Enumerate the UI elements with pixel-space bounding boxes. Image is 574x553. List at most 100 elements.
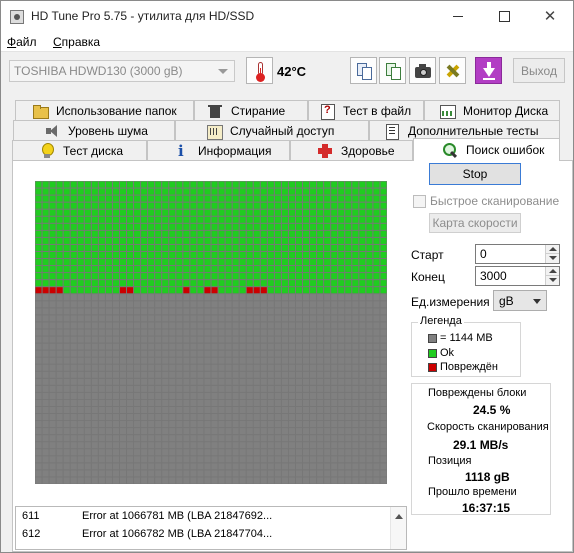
end-field[interactable]: 3000: [475, 266, 560, 286]
block-cell-ok: [310, 181, 317, 188]
block-cell-unscanned: [190, 336, 197, 343]
block-cell-unscanned: [232, 371, 239, 378]
block-cell-unscanned: [141, 421, 148, 428]
quick-scan-option[interactable]: Быстрое сканирование: [413, 194, 559, 208]
block-cell-unscanned: [295, 414, 303, 421]
minimize-button[interactable]: [435, 1, 481, 31]
maximize-button[interactable]: [481, 1, 527, 31]
block-cell-unscanned: [70, 315, 77, 322]
legend-box: Легенда = 1144 MB Ok Повреждён: [411, 315, 521, 377]
menu-file-mnemonic: Ф: [7, 35, 17, 49]
tab-file-benchmark[interactable]: Тест в файл: [308, 100, 424, 120]
block-cell-unscanned: [176, 315, 183, 322]
block-cell-unscanned: [317, 301, 324, 308]
block-cell-unscanned: [70, 456, 77, 463]
error-log[interactable]: 611 Error at 1066781 MB (LBA 21847692...…: [15, 506, 407, 550]
block-cell-unscanned: [331, 315, 338, 322]
block-cell-unscanned: [35, 435, 42, 442]
legend-damaged: Повреждён: [428, 361, 498, 373]
block-cell-ok: [204, 273, 211, 280]
exit-button[interactable]: Выход: [513, 58, 565, 83]
tab-aam[interactable]: Уровень шума: [13, 120, 175, 140]
block-cell-unscanned: [373, 301, 380, 308]
block-cell-ok: [317, 188, 324, 195]
block-cell-ok: [225, 273, 232, 280]
copy-screen-button[interactable]: [379, 57, 406, 84]
tab-health[interactable]: Здоровье: [290, 140, 413, 160]
block-cell-ok: [190, 209, 197, 216]
block-cell-unscanned: [204, 378, 211, 385]
block-cell-unscanned: [338, 294, 345, 301]
tab-random-access[interactable]: Случайный доступ: [175, 120, 369, 140]
tab-error-scan[interactable]: Поиск ошибок: [413, 138, 560, 161]
speed-map-button[interactable]: Карта скорости: [429, 213, 521, 233]
save-button[interactable]: [475, 57, 502, 84]
block-cell-ok: [98, 230, 105, 237]
tab-extra-tests[interactable]: Дополнительные тесты: [369, 120, 560, 140]
log-scrollbar[interactable]: [390, 507, 406, 549]
block-cell-ok: [211, 259, 218, 266]
block-cell-ok: [134, 216, 141, 223]
block-cell-ok: [127, 209, 134, 216]
unit-select[interactable]: gB: [493, 290, 547, 311]
block-cell-unscanned: [49, 364, 56, 371]
block-cell-unscanned: [105, 399, 112, 406]
block-cell-unscanned: [134, 406, 141, 414]
block-cell-unscanned: [84, 322, 91, 329]
close-button[interactable]: ✕: [527, 1, 573, 31]
end-down-icon[interactable]: [545, 276, 559, 285]
screenshot-button[interactable]: [409, 57, 436, 84]
block-cell-unscanned: [281, 414, 288, 421]
block-cell-ok: [380, 237, 387, 244]
magnifier-icon: [442, 142, 458, 158]
block-cell-unscanned: [112, 399, 119, 406]
stop-button[interactable]: Stop: [429, 163, 521, 185]
menu-help[interactable]: Справка: [53, 35, 100, 49]
tab-disk-monitor[interactable]: Монитор Диска: [424, 100, 560, 120]
start-up-icon[interactable]: [545, 245, 559, 254]
block-cell-ok: [211, 280, 218, 287]
start-down-icon[interactable]: [545, 254, 559, 263]
block-cell-ok: [134, 280, 141, 287]
tab-info[interactable]: Информация: [147, 140, 290, 160]
block-cell-ok: [331, 280, 338, 287]
block-cell-ok: [338, 287, 345, 294]
block-cell-ok: [295, 251, 303, 259]
block-cell-ok: [190, 230, 197, 237]
block-cell-ok: [35, 195, 42, 202]
tab-folder-usage[interactable]: Использование папок: [15, 100, 194, 120]
block-cell-ok: [63, 195, 70, 202]
end-up-icon[interactable]: [545, 267, 559, 276]
block-cell-ok: [324, 287, 331, 294]
tab-label: Использование папок: [56, 103, 177, 118]
block-cell-unscanned: [77, 414, 84, 421]
quick-scan-checkbox[interactable]: [413, 194, 426, 208]
block-cell-ok: [105, 223, 112, 230]
block-cell-ok: [366, 223, 373, 230]
menu-file[interactable]: Файл: [7, 35, 37, 49]
block-cell-unscanned: [49, 336, 56, 343]
block-cell-ok: [119, 195, 127, 202]
block-cell-unscanned: [91, 477, 98, 484]
block-cell-ok: [56, 188, 63, 195]
block-cell-unscanned: [49, 463, 56, 470]
tab-benchmark[interactable]: Тест диска: [12, 140, 147, 160]
start-field[interactable]: 0: [475, 244, 560, 264]
block-cell-unscanned: [281, 378, 288, 385]
block-cell-unscanned: [373, 435, 380, 442]
block-cell-unscanned: [183, 477, 190, 484]
block-cell-unscanned: [338, 343, 345, 350]
block-cell-unscanned: [141, 301, 148, 308]
tab-erase[interactable]: Стирание: [194, 100, 308, 120]
block-cell-unscanned: [232, 477, 239, 484]
options-button[interactable]: [439, 57, 466, 84]
copy-info-button[interactable]: [350, 57, 377, 84]
block-cell-unscanned: [169, 343, 176, 350]
block-cell-ok: [267, 181, 274, 188]
block-cell-unscanned: [380, 322, 387, 329]
block-cell-unscanned: [246, 463, 253, 470]
block-cell-unscanned: [169, 350, 176, 357]
block-cell-unscanned: [380, 308, 387, 315]
drive-select[interactable]: TOSHIBA HDWD130 (3000 gB): [9, 60, 235, 82]
block-cell-ok: [204, 223, 211, 230]
